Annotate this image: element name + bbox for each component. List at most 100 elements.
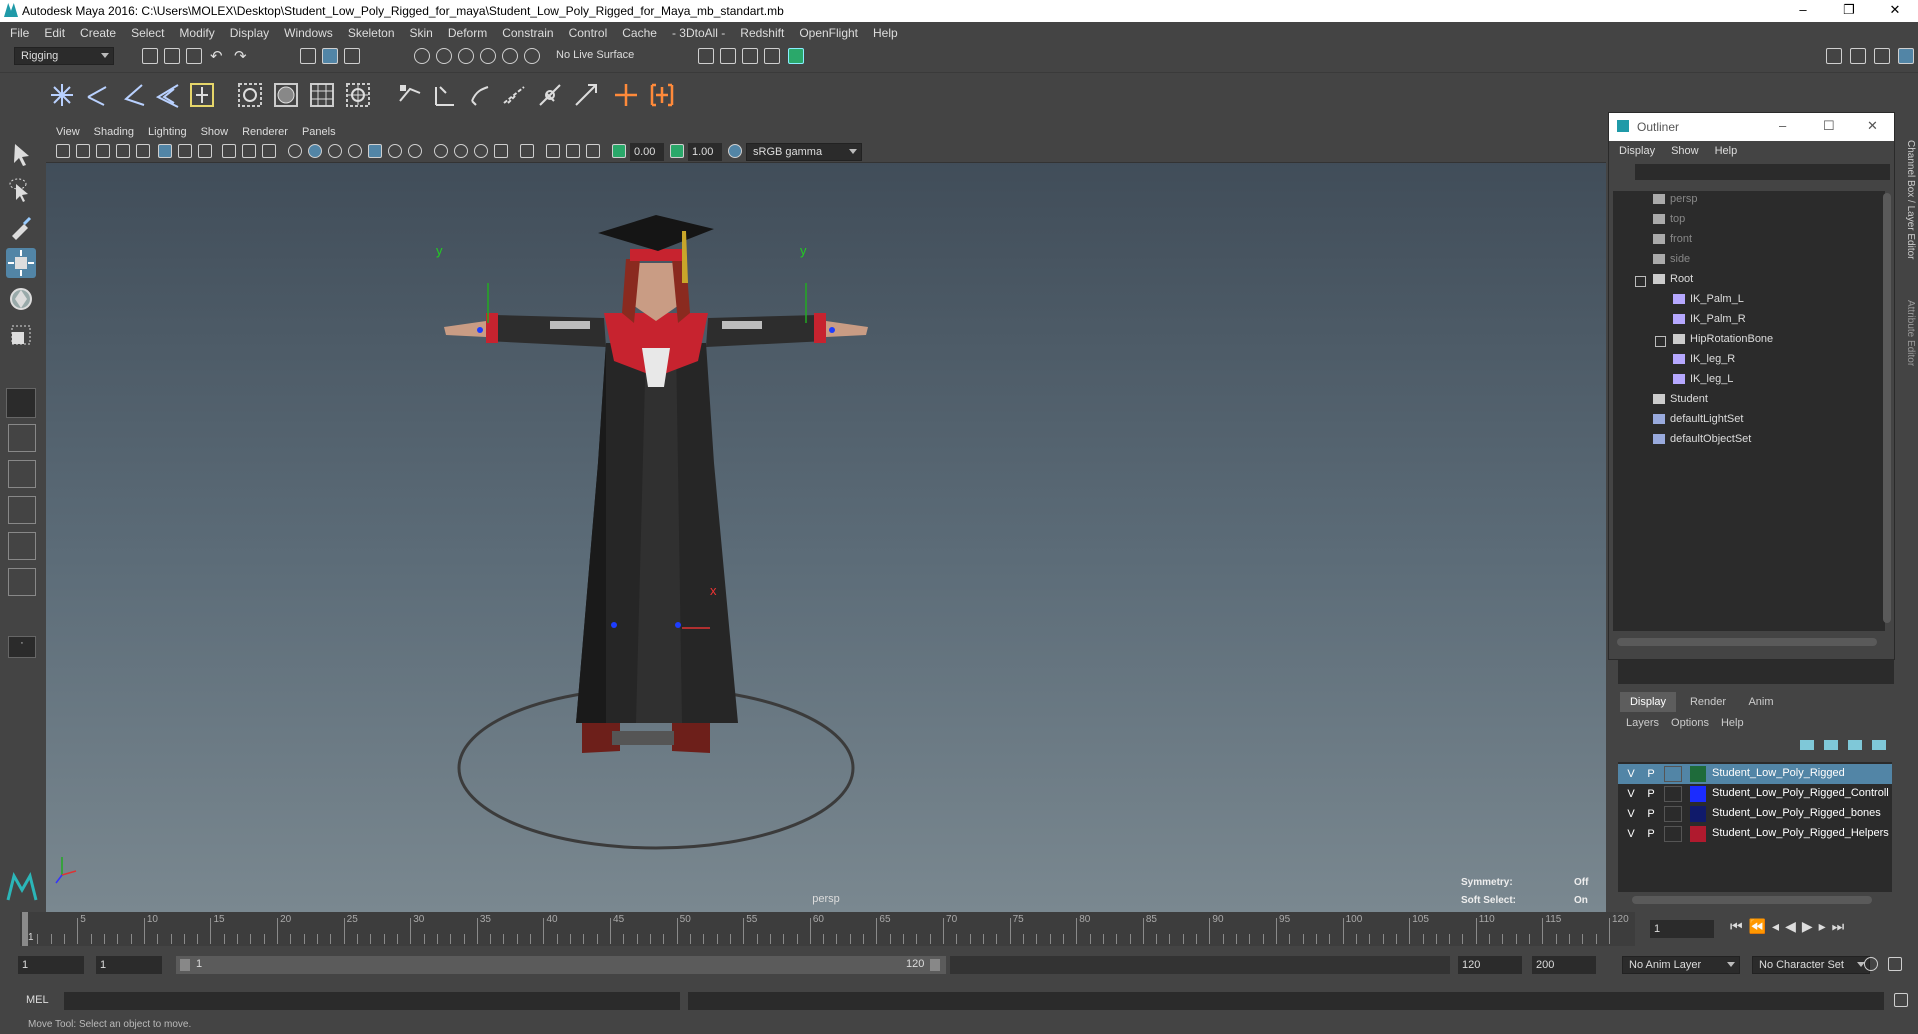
layer-display-type-toggle[interactable]	[1664, 786, 1682, 802]
layer-color-swatch[interactable]	[1690, 806, 1706, 822]
scale-constraint-icon[interactable]	[572, 81, 600, 109]
toggle-attribute-editor-icon[interactable]	[1850, 48, 1866, 64]
view-transform-dropdown[interactable]: sRGB gamma	[746, 143, 862, 161]
playback-start-field[interactable]: 1	[96, 956, 162, 974]
play-forward-icon[interactable]: ▶	[1802, 918, 1819, 934]
restore-button[interactable]: ❐	[1826, 0, 1872, 22]
snap-point-icon[interactable]	[458, 48, 474, 64]
outliner-menu-show[interactable]: Show	[1671, 145, 1699, 157]
menu-constrain[interactable]: Constrain	[502, 26, 553, 40]
film-gate-icon[interactable]	[178, 144, 192, 158]
paint-skin-weights-icon[interactable]	[272, 81, 300, 109]
layer-row[interactable]: V P Student_Low_Poly_Rigged_Controll	[1618, 784, 1892, 804]
screen-space-ao-icon[interactable]	[434, 144, 448, 158]
resolution-gate-icon[interactable]	[198, 144, 212, 158]
exposure-field[interactable]: 0.00	[630, 143, 664, 161]
anim-layer-dropdown[interactable]: No Anim Layer	[1622, 956, 1740, 974]
joint-tool-icon[interactable]	[48, 81, 76, 109]
toggle-tool-settings-icon[interactable]	[1874, 48, 1890, 64]
menu-display[interactable]: Display	[230, 26, 269, 40]
menu-create[interactable]: Create	[80, 26, 116, 40]
orient-joint-icon[interactable]	[188, 81, 216, 109]
outliner-item[interactable]: persp	[1653, 193, 1698, 213]
lasso-tool-icon[interactable]	[6, 176, 36, 206]
persp-graph-layout-icon[interactable]	[8, 496, 36, 524]
scale-tool-icon[interactable]	[6, 320, 36, 350]
locator-icon[interactable]	[612, 81, 640, 109]
command-input[interactable]	[64, 992, 680, 1010]
go-to-start-icon[interactable]: ⏮	[1730, 918, 1749, 934]
layer-menu-help[interactable]: Help	[1721, 717, 1744, 729]
outliner-item[interactable]: Root	[1653, 273, 1693, 293]
camera-attributes-icon[interactable]	[76, 144, 90, 158]
select-hierarchy-icon[interactable]	[300, 48, 316, 64]
menu-file[interactable]: File	[10, 26, 29, 40]
close-button[interactable]: ✕	[1872, 0, 1918, 22]
time-slider[interactable]: 5 10 15 20 25 30 35 40 45 50 55 60 65 70 75 80 85 90 95 100…	[20, 912, 1635, 946]
use-default-material-icon[interactable]	[328, 144, 342, 158]
use-all-lights-icon[interactable]	[388, 144, 402, 158]
outliner-menu-help[interactable]: Help	[1715, 145, 1738, 157]
select-camera-icon[interactable]	[56, 144, 70, 158]
field-chart-icon[interactable]	[242, 144, 256, 158]
play-backward-icon[interactable]: ◀	[1785, 918, 1802, 934]
snap-grid-icon[interactable]	[414, 48, 430, 64]
textured-icon[interactable]	[368, 144, 382, 158]
xray-icon[interactable]	[546, 144, 560, 158]
outliner-item[interactable]: defaultObjectSet	[1653, 433, 1751, 453]
ik-handle-tool-icon[interactable]	[84, 81, 112, 109]
snap-surface-icon[interactable]	[502, 48, 518, 64]
move-layer-up-icon[interactable]	[1800, 740, 1814, 750]
persp-outliner-layout-icon[interactable]	[8, 460, 36, 488]
menu-help[interactable]: Help	[873, 26, 898, 40]
xray-active-icon[interactable]	[566, 144, 580, 158]
range-slider-end-handle[interactable]	[930, 959, 940, 971]
parent-constraint-icon[interactable]	[466, 81, 494, 109]
current-frame-field[interactable]: 1	[1650, 920, 1714, 938]
smooth-shade-icon[interactable]	[308, 144, 322, 158]
layer-display-type-toggle[interactable]	[1664, 826, 1682, 842]
select-component-icon[interactable]	[344, 48, 360, 64]
viewport-menu-panels[interactable]: Panels	[302, 126, 336, 138]
ik-palm-r-handle[interactable]	[829, 327, 835, 333]
layer-tab-display[interactable]: Display	[1620, 692, 1676, 712]
menu-skin[interactable]: Skin	[410, 26, 433, 40]
layer-playback-toggle[interactable]: P	[1642, 826, 1660, 842]
layer-display-type-toggle[interactable]	[1664, 806, 1682, 822]
safe-action-icon[interactable]	[262, 144, 276, 158]
range-slider[interactable]: 1 120	[176, 956, 946, 974]
layer-visibility-toggle[interactable]: V	[1622, 806, 1640, 822]
menu-select[interactable]: Select	[131, 26, 164, 40]
bookmarks-icon[interactable]	[96, 144, 110, 158]
menu-edit[interactable]: Edit	[44, 26, 65, 40]
layer-playback-toggle[interactable]: P	[1642, 766, 1660, 782]
outliner-expand-toggle[interactable]	[1655, 336, 1666, 347]
viewport-canvas[interactable]	[46, 163, 1606, 913]
outliner-close-button[interactable]: ✕	[1867, 118, 1878, 134]
xray-joints-icon[interactable]	[586, 144, 600, 158]
layer-horizontal-scrollbar[interactable]	[1632, 896, 1872, 904]
isolate-select-icon[interactable]	[520, 144, 534, 158]
layer-row[interactable]: V P Student_Low_Poly_Rigged	[1618, 764, 1892, 784]
persp-uv-layout-icon[interactable]	[8, 568, 36, 596]
playback-end-field[interactable]: 120	[1458, 956, 1522, 974]
outliner-item[interactable]: IK_leg_R	[1673, 353, 1735, 373]
motion-blur-icon[interactable]	[454, 144, 468, 158]
point-constraint-icon[interactable]	[396, 81, 424, 109]
step-back-key-icon[interactable]: ⏪	[1749, 918, 1772, 934]
move-tool-icon[interactable]	[6, 248, 36, 278]
depth-of-field-icon[interactable]	[494, 144, 508, 158]
outliner-item[interactable]: IK_leg_L	[1673, 373, 1733, 393]
layer-visibility-toggle[interactable]: V	[1622, 766, 1640, 782]
outliner-item[interactable]: IK_Palm_L	[1673, 293, 1744, 313]
layer-row[interactable]: V P Student_Low_Poly_Rigged_Helpers	[1618, 824, 1892, 844]
outliner-filter-field[interactable]	[1618, 660, 1894, 684]
snap-curve-icon[interactable]	[436, 48, 452, 64]
layer-menu-layers[interactable]: Layers	[1626, 717, 1659, 729]
toggle-modeling-toolkit-icon[interactable]	[1826, 48, 1842, 64]
lattice-icon[interactable]	[308, 81, 336, 109]
viewport-menu-shading[interactable]: Shading	[94, 126, 134, 138]
menu-skeleton[interactable]: Skeleton	[348, 26, 395, 40]
new-empty-layer-icon[interactable]	[1848, 740, 1862, 750]
layer-menu-options[interactable]: Options	[1671, 717, 1709, 729]
